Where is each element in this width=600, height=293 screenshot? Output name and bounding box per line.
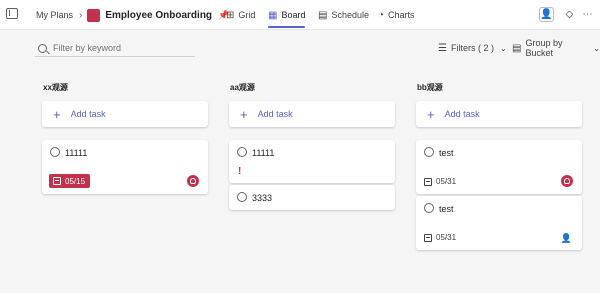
task-title: 11111 <box>65 148 88 158</box>
add-task-button[interactable]: + Add task <box>42 101 208 127</box>
bucket-column: bb观源 + Add task test 05/31 test 05/31 👤 <box>416 82 582 250</box>
plus-icon: + <box>53 106 61 122</box>
chevron-right-icon: › <box>79 9 83 21</box>
chevron-down-icon: ⌄ <box>499 43 507 53</box>
task-title: 11111 <box>252 148 275 158</box>
calendar-icon <box>424 233 432 242</box>
complete-checkbox[interactable] <box>424 203 434 213</box>
bucket-name[interactable]: xx观源 <box>43 82 208 96</box>
group-icon: ▤ <box>512 42 522 54</box>
complete-checkbox[interactable] <box>237 147 247 157</box>
task-title: test <box>439 148 454 158</box>
task-card[interactable]: 11111 ! <box>229 140 395 183</box>
assign-icon[interactable]: 👤 <box>561 233 572 244</box>
bucket-column: xx观源 + Add task 11111 05/15 <box>42 82 208 194</box>
calendar-icon <box>424 177 432 186</box>
grid-icon: ⊞ <box>226 9 235 21</box>
task-card[interactable]: test 05/31 👤 <box>416 196 582 250</box>
add-task-button[interactable]: + Add task <box>229 101 395 127</box>
breadcrumb: My Plans › Employee Onboarding 📌 <box>36 0 229 30</box>
search-input[interactable]: Filter by keyword <box>35 40 195 57</box>
complete-checkbox[interactable] <box>50 147 60 157</box>
search-placeholder: Filter by keyword <box>53 43 122 53</box>
calendar-icon <box>53 177 61 185</box>
board-icon: ▦ <box>268 9 278 21</box>
plan-title[interactable]: Employee Onboarding <box>105 10 212 21</box>
task-card[interactable]: 11111 05/15 <box>42 140 208 194</box>
search-icon <box>38 43 47 53</box>
due-date: 05/31 <box>424 177 456 186</box>
bucket-name[interactable]: bb观源 <box>417 82 582 96</box>
top-bar: My Plans › Employee Onboarding 📌 ⊞ Grid … <box>0 0 600 30</box>
task-title: 3333 <box>252 193 273 203</box>
due-date-badge: 05/15 <box>49 174 91 188</box>
premium-diamond-icon[interactable]: ◇ <box>562 7 577 22</box>
group-by-button[interactable]: ▤ Group by Bucket ⌄ <box>512 38 600 58</box>
bucket-column: aa观源 + Add task 11111 ! 3333 <box>229 82 395 210</box>
more-icon[interactable]: ⋯ <box>580 7 595 22</box>
plus-icon: + <box>427 106 435 122</box>
priority-urgent-icon: ! <box>238 166 242 177</box>
bucket-name[interactable]: aa观源 <box>230 82 395 96</box>
task-title: test <box>439 204 454 214</box>
tab-grid[interactable]: ⊞ Grid <box>226 0 255 30</box>
tab-charts[interactable]: ◔ Charts <box>378 0 415 30</box>
filters-button[interactable]: ☰ Filters ( 2 ) ⌄ <box>438 41 507 55</box>
complete-checkbox[interactable] <box>237 192 247 202</box>
task-card[interactable]: test 05/31 <box>416 140 582 194</box>
tab-schedule[interactable]: ▤ Schedule <box>318 0 369 30</box>
complete-checkbox[interactable] <box>424 147 434 157</box>
schedule-icon: ▤ <box>318 9 328 21</box>
tab-board[interactable]: ▦ Board <box>268 0 306 30</box>
plan-icon <box>87 8 101 22</box>
chevron-down-icon: ⌄ <box>593 43 600 53</box>
plus-icon: + <box>240 106 248 122</box>
task-card[interactable]: 3333 <box>229 185 395 210</box>
avatar[interactable] <box>561 175 573 187</box>
breadcrumb-my-plans[interactable]: My Plans <box>36 10 73 20</box>
due-date: 05/31 <box>424 233 456 242</box>
share-member-icon[interactable]: 👤 <box>539 7 554 22</box>
filter-icon: ☰ <box>438 42 447 54</box>
sidebar-toggle-icon[interactable] <box>6 8 18 19</box>
add-task-button[interactable]: + Add task <box>416 101 582 127</box>
charts-icon: ◔ <box>378 9 385 21</box>
avatar[interactable] <box>187 175 199 187</box>
